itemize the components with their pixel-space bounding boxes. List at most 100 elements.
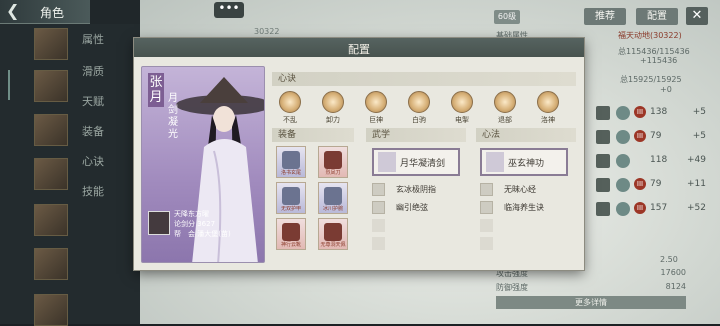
- stat-row: 攻击强度 17600: [496, 268, 686, 282]
- xinfa-header: 心法: [476, 128, 576, 142]
- equipment-label: 神行云靴: [280, 242, 301, 248]
- back-arrow-icon[interactable]: ❮: [6, 1, 19, 20]
- character-portrait-card[interactable]: 张月 月剑凝光 天降东方曜 论剑分 3627 帮 会 潘大堡(苗): [141, 66, 265, 263]
- level-icon: III: [634, 202, 646, 214]
- sidebar-tab-quality[interactable]: 滑质: [82, 63, 104, 79]
- mp-total: 总15925/15925: [620, 75, 682, 84]
- xinfa-main-slot[interactable]: 巫玄神功: [480, 148, 568, 176]
- player-name: 天降东方曜: [174, 210, 209, 218]
- avatar[interactable]: [34, 294, 68, 326]
- xinjue-icon: [451, 91, 473, 113]
- equipment-slot[interactable]: 无双护甲: [276, 182, 306, 214]
- attribute-row: III 138 +5: [594, 105, 720, 123]
- dialog-header: 配置: [134, 38, 584, 57]
- wuxue-main-slot[interactable]: 月华凝清剑: [372, 148, 460, 176]
- xinjue-label: 卸力: [326, 116, 340, 124]
- stat-value: 17600: [660, 268, 686, 277]
- sidebar-tab-xinjue[interactable]: 心诀: [82, 153, 104, 169]
- element-icon: [616, 106, 630, 120]
- xinjue-icon: [537, 91, 559, 113]
- avatar[interactable]: [34, 28, 68, 60]
- empty-slot[interactable]: [372, 237, 385, 250]
- xinjue-icon: [279, 91, 301, 113]
- equipment-slot[interactable]: 神行云靴: [276, 218, 306, 250]
- xinjue-label: 洛神: [541, 116, 555, 124]
- level-icon: III: [634, 178, 646, 190]
- xinjue-icon: [408, 91, 430, 113]
- attribute-delta: +52: [687, 203, 706, 213]
- equipment-slot[interactable]: 冰川护腕: [318, 182, 348, 214]
- stat-row: 防御强度 8124: [496, 282, 686, 296]
- character-info: 天降东方曜 论剑分 3627 帮 会 潘大堡(苗): [148, 207, 260, 257]
- sidebar: [0, 24, 140, 324]
- sidebar-edge-handle[interactable]: [0, 70, 10, 100]
- avatar[interactable]: [34, 114, 68, 146]
- equipment-label: 洛书玄尾: [280, 170, 301, 176]
- skill-icon: [372, 201, 385, 214]
- character-title: 月剑凝光: [168, 93, 178, 140]
- avatar[interactable]: [34, 70, 68, 102]
- skill-icon: [480, 201, 493, 214]
- avatar[interactable]: [34, 158, 68, 190]
- equipment-slot[interactable]: 烈凤刀: [318, 146, 348, 178]
- sidebar-tab-talent[interactable]: 天赋: [82, 93, 104, 109]
- score-value: 30322: [254, 27, 280, 36]
- page-title: 角色: [40, 6, 65, 20]
- sidebar-tab-attributes[interactable]: 属性: [82, 31, 104, 47]
- empty-slot[interactable]: [372, 219, 385, 232]
- more-details-button[interactable]: 更多详情: [496, 296, 686, 309]
- xinjue-label: 退部: [498, 116, 512, 124]
- bracer-icon: [324, 187, 342, 205]
- sword-skill-icon: [378, 152, 396, 172]
- sidebar-tab-equipment[interactable]: 装备: [82, 123, 104, 139]
- duel-score: 论剑分 3627: [174, 220, 216, 228]
- empty-slot[interactable]: [480, 219, 493, 232]
- xinjue-slot[interactable]: 不乱: [275, 91, 305, 127]
- stat-value: 8124: [665, 282, 686, 291]
- equipment-header: 装备: [272, 128, 354, 142]
- empty-slot[interactable]: [480, 237, 493, 250]
- equipment-label: 无双护甲: [280, 206, 301, 212]
- xinjue-slot[interactable]: 巨神: [361, 91, 391, 127]
- attribute-value: 79: [650, 131, 662, 141]
- attribute-row: III 79 +5: [594, 129, 720, 147]
- attribute-delta: +49: [687, 155, 706, 165]
- equipment-slot[interactable]: 无尊洞天佩: [318, 218, 348, 250]
- xinjue-label: 电掣: [455, 116, 469, 124]
- xinfa-sub-label: 无昧心经: [504, 185, 536, 194]
- attribute-value: 79: [650, 179, 662, 189]
- config-button[interactable]: 配置: [636, 8, 678, 25]
- attribute-icon: [596, 178, 610, 192]
- attribute-row: 118 +49: [594, 153, 720, 171]
- sidebar-tab-skills[interactable]: 技能: [82, 183, 104, 199]
- character-name: 张月: [148, 73, 164, 107]
- xinjue-slot[interactable]: 电掣: [447, 91, 477, 127]
- attribute-icon: [596, 154, 610, 168]
- xinjue-slot[interactable]: 白驹: [404, 91, 434, 127]
- player-avatar: [148, 211, 170, 235]
- xinjue-slot[interactable]: 洛神: [533, 91, 563, 127]
- attribute-icon: [596, 202, 610, 216]
- equipment-slot[interactable]: 洛书玄尾: [276, 146, 306, 178]
- attribute-value: 138: [650, 107, 668, 117]
- attribute-value: 157: [650, 203, 668, 213]
- xinjue-icon: [365, 91, 387, 113]
- xinjue-label: 白驹: [412, 116, 426, 124]
- more-options-button[interactable]: •••: [214, 2, 244, 18]
- avatar[interactable]: [34, 204, 68, 236]
- element-icon: [616, 154, 630, 168]
- attribute-delta: +5: [692, 107, 706, 117]
- xinjue-icon: [322, 91, 344, 113]
- xinjue-slot[interactable]: 卸力: [318, 91, 348, 127]
- close-button[interactable]: ✕: [686, 7, 708, 25]
- xinfa-sub-label: 临海养生诀: [504, 203, 544, 212]
- equipment-label: 冰川护腕: [322, 206, 343, 212]
- level-icon: III: [634, 130, 646, 142]
- power-title: 福天动地(30322): [618, 31, 682, 40]
- xinjue-slot[interactable]: 退部: [490, 91, 520, 127]
- wuxue-main-label: 月华凝清剑: [400, 159, 446, 169]
- recommend-button[interactable]: 推荐: [584, 8, 626, 25]
- xinfa-main-label: 巫玄神功: [508, 159, 545, 169]
- armor-icon: [282, 187, 300, 205]
- avatar[interactable]: [34, 248, 68, 280]
